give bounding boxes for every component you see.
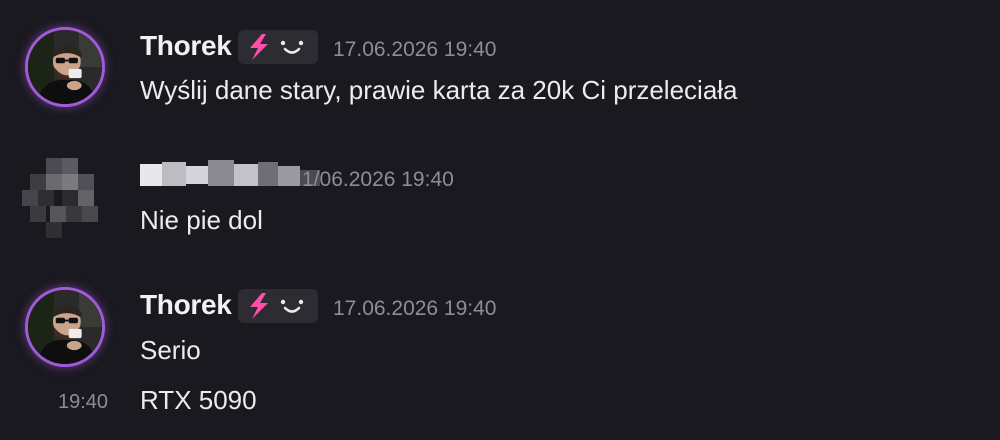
message-text: Nie pie dol <box>140 205 263 235</box>
message-text: RTX 5090 <box>140 385 257 415</box>
lightning-smile-badge-icon <box>238 289 318 323</box>
message-timestamp: 1/06.2026 19:40 <box>302 168 454 191</box>
user-avatar[interactable] <box>25 287 105 367</box>
message-text: Wyślij dane stary, prawie karta za 20k C… <box>140 75 738 105</box>
chat-log: Thorek 17.06.2026 19:40 Wyślij dane star… <box>0 0 1000 440</box>
message-text: Serio <box>140 335 201 365</box>
user-avatar[interactable] <box>25 27 105 107</box>
author-name[interactable]: Thorek <box>140 30 232 62</box>
user-avatar-censored[interactable] <box>22 158 102 238</box>
message-timestamp: 17.06.2026 19:40 <box>333 297 497 320</box>
message-timestamp: 17.06.2026 19:40 <box>333 38 497 61</box>
message-hover-time: 19:40 <box>58 391 109 413</box>
lightning-smile-badge-icon <box>238 30 318 64</box>
author-name[interactable]: Thorek <box>140 289 232 321</box>
